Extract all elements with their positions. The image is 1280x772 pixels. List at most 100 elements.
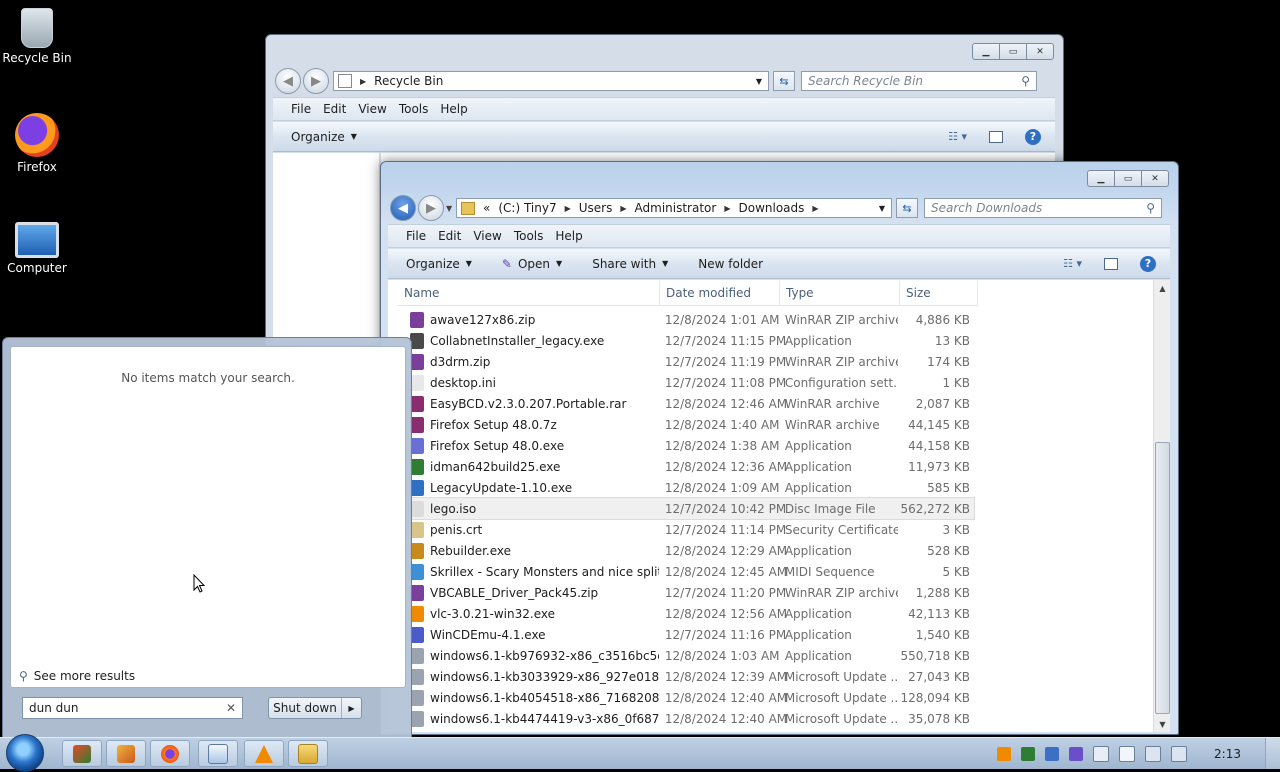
- organize-button[interactable]: Organize ▼: [406, 257, 472, 271]
- menu-help[interactable]: Help: [555, 229, 582, 243]
- close-button[interactable]: ✕: [1026, 43, 1054, 60]
- file-row[interactable]: desktop.ini 12/7/2024 11:08 PM Configurati…: [404, 372, 974, 393]
- menu-view[interactable]: View: [473, 229, 501, 243]
- new-folder-button[interactable]: New folder: [698, 257, 763, 271]
- device-tray-icon[interactable]: [1093, 745, 1110, 762]
- close-button[interactable]: ✕: [1141, 170, 1169, 187]
- taskbar-paint[interactable]: [106, 740, 146, 767]
- share-with-button[interactable]: Share with ▼: [592, 257, 668, 271]
- forward-button[interactable]: ▶: [303, 68, 329, 94]
- file-row[interactable]: VBCABLE_Driver_Pack45.zip 12/7/2024 11:20…: [404, 582, 974, 603]
- refresh-button[interactable]: ⇆: [896, 198, 918, 218]
- breadcrumb-arrow-icon[interactable]: ▶: [565, 204, 571, 213]
- start-search-input[interactable]: dun dun ✕: [22, 697, 243, 719]
- menu-edit[interactable]: Edit: [438, 229, 461, 243]
- breadcrumb-arrow-icon[interactable]: ▶: [620, 204, 626, 213]
- file-row[interactable]: penis.crt 12/7/2024 11:14 PM Security Cert…: [404, 519, 974, 540]
- menu-help[interactable]: Help: [440, 102, 467, 116]
- scroll-up-arrow-icon[interactable]: ▲: [1154, 280, 1170, 296]
- search-input[interactable]: Search Downloads ⚲: [924, 198, 1162, 218]
- vlc-tray-icon[interactable]: [997, 746, 1012, 761]
- microphone-tray-icon[interactable]: [1069, 746, 1084, 761]
- menu-tools[interactable]: Tools: [399, 102, 429, 116]
- file-row[interactable]: windows6.1-kb4054518-x86_7168208835a... 1…: [404, 687, 974, 708]
- file-row[interactable]: vlc-3.0.21-win32.exe 12/8/2024 12:56 AM Ap…: [404, 603, 974, 624]
- shut-down-button[interactable]: Shut down ▶: [268, 697, 362, 719]
- downloads-window[interactable]: ▁ ▭ ✕ ◀ ▶ ▼ « (C:) Tiny7 ▶ Users ▶ Admin…: [380, 161, 1179, 735]
- search-icon[interactable]: ⚲: [1146, 201, 1155, 215]
- address-bar[interactable]: ▶ Recycle Bin ▼: [333, 71, 769, 91]
- breadcrumb-arrow-icon[interactable]: ▶: [724, 204, 730, 213]
- maximize-button[interactable]: ▭: [1114, 170, 1142, 187]
- organize-button[interactable]: Organize ▼: [291, 130, 357, 144]
- desktop-icon-computer[interactable]: Computer: [0, 218, 74, 275]
- refresh-button[interactable]: ⇆: [773, 71, 795, 91]
- network-connection-icon[interactable]: [1145, 745, 1162, 762]
- taskbar-vlc[interactable]: [244, 740, 284, 767]
- column-size[interactable]: Size: [900, 281, 978, 305]
- taskbar-firefox[interactable]: [150, 740, 190, 767]
- taskbar-notepad[interactable]: [198, 740, 238, 767]
- menu-tools[interactable]: Tools: [514, 229, 544, 243]
- breadcrumb-downloads[interactable]: Downloads: [738, 201, 804, 215]
- desktop-icon-firefox[interactable]: Firefox: [0, 113, 74, 174]
- shield-tray-icon[interactable]: [1045, 746, 1060, 761]
- chevron-down-icon[interactable]: ▼: [879, 204, 885, 213]
- change-view-icon[interactable]: ☷ ▾: [948, 130, 967, 143]
- taskbar-explorer[interactable]: [288, 740, 328, 767]
- taskbar-media-player[interactable]: [62, 740, 102, 767]
- clock[interactable]: 2:13: [1214, 747, 1241, 761]
- clear-search-icon[interactable]: ✕: [226, 701, 236, 715]
- file-row[interactable]: lego.iso 12/7/2024 10:42 PM Disc Image Fil…: [403, 497, 975, 520]
- scroll-down-arrow-icon[interactable]: ▼: [1154, 716, 1170, 732]
- desktop-icon-recycle-bin[interactable]: Recycle Bin: [0, 8, 74, 65]
- preview-pane-icon[interactable]: [1104, 257, 1118, 270]
- minimize-button[interactable]: ▁: [972, 43, 1000, 60]
- file-row[interactable]: idman642build25.exe 12/8/2024 12:36 AM App…: [404, 456, 974, 477]
- menu-file[interactable]: File: [406, 229, 426, 243]
- file-row[interactable]: windows6.1-kb3033929-x86_927e018113f... 1…: [404, 666, 974, 687]
- file-row[interactable]: Rebuilder.exe 12/8/2024 12:29 AM Applicati…: [404, 540, 974, 561]
- maximize-button[interactable]: ▭: [999, 43, 1027, 60]
- column-name[interactable]: Name: [398, 281, 660, 305]
- menu-view[interactable]: View: [358, 102, 386, 116]
- open-button[interactable]: ✎ Open ▼: [502, 257, 562, 271]
- menu-edit[interactable]: Edit: [323, 102, 346, 116]
- see-more-results-link[interactable]: ⚲ See more results: [19, 669, 135, 683]
- menu-file[interactable]: File: [291, 102, 311, 116]
- forward-button[interactable]: ▶: [418, 195, 444, 221]
- file-row[interactable]: Firefox Setup 48.0.exe 12/8/2024 1:38 AM A…: [404, 435, 974, 456]
- address-bar[interactable]: « (C:) Tiny7 ▶ Users ▶ Administrator ▶ D…: [456, 198, 892, 218]
- action-center-flag-icon[interactable]: [1119, 745, 1136, 762]
- file-row[interactable]: LegacyUpdate-1.10.exe 12/8/2024 1:09 AM Ap…: [404, 477, 974, 498]
- file-row[interactable]: CollabnetInstaller_legacy.exe 12/7/2024 1…: [404, 330, 974, 351]
- column-date[interactable]: Date modified: [660, 281, 780, 305]
- file-row[interactable]: windows6.1-kb976932-x86_c3516bc5c9e6... 1…: [404, 645, 974, 666]
- chevron-down-icon[interactable]: ▼: [756, 77, 762, 86]
- file-row[interactable]: EasyBCD.v2.3.0.207.Portable.rar 12/8/2024…: [404, 393, 974, 414]
- help-icon[interactable]: ?: [1140, 255, 1156, 272]
- file-row[interactable]: Firefox Setup 48.0.7z 12/8/2024 1:40 AM Wi…: [404, 414, 974, 435]
- file-row[interactable]: windows6.1-kb4474419-v3-x86_0f687d50... 1…: [404, 708, 974, 729]
- breadcrumb-users[interactable]: Users: [579, 201, 613, 215]
- breadcrumb-arrow-icon[interactable]: ▶: [812, 204, 818, 213]
- help-icon[interactable]: ?: [1025, 128, 1041, 145]
- file-row[interactable]: awave127x86.zip 12/8/2024 1:01 AM WinRAR Z…: [404, 309, 974, 330]
- shutdown-options-arrow-icon[interactable]: ▶: [342, 704, 361, 713]
- back-button[interactable]: ◀: [390, 195, 416, 221]
- show-desktop-button[interactable]: [1265, 738, 1280, 769]
- file-row[interactable]: WinCDEmu-4.1.exe 12/7/2024 11:16 PM Applic…: [404, 624, 974, 645]
- column-type[interactable]: Type: [780, 281, 900, 305]
- start-button[interactable]: [6, 734, 44, 772]
- scrollbar-thumb[interactable]: [1155, 442, 1170, 714]
- minimize-button[interactable]: ▁: [1087, 170, 1115, 187]
- file-row[interactable]: Skrillex - Scary Monsters and nice split…: [404, 561, 974, 582]
- preview-pane-icon[interactable]: [989, 130, 1003, 143]
- network-tray-icon[interactable]: [1021, 746, 1036, 761]
- search-input[interactable]: Search Recycle Bin ⚲: [801, 71, 1037, 91]
- file-row[interactable]: d3drm.zip 12/7/2024 11:19 PM WinRAR ZIP ar…: [404, 351, 974, 372]
- breadcrumb-overflow[interactable]: «: [483, 201, 490, 215]
- search-icon[interactable]: ⚲: [1021, 74, 1030, 88]
- recent-pages-dropdown[interactable]: ▼: [446, 204, 456, 213]
- breadcrumb-administrator[interactable]: Administrator: [635, 201, 717, 215]
